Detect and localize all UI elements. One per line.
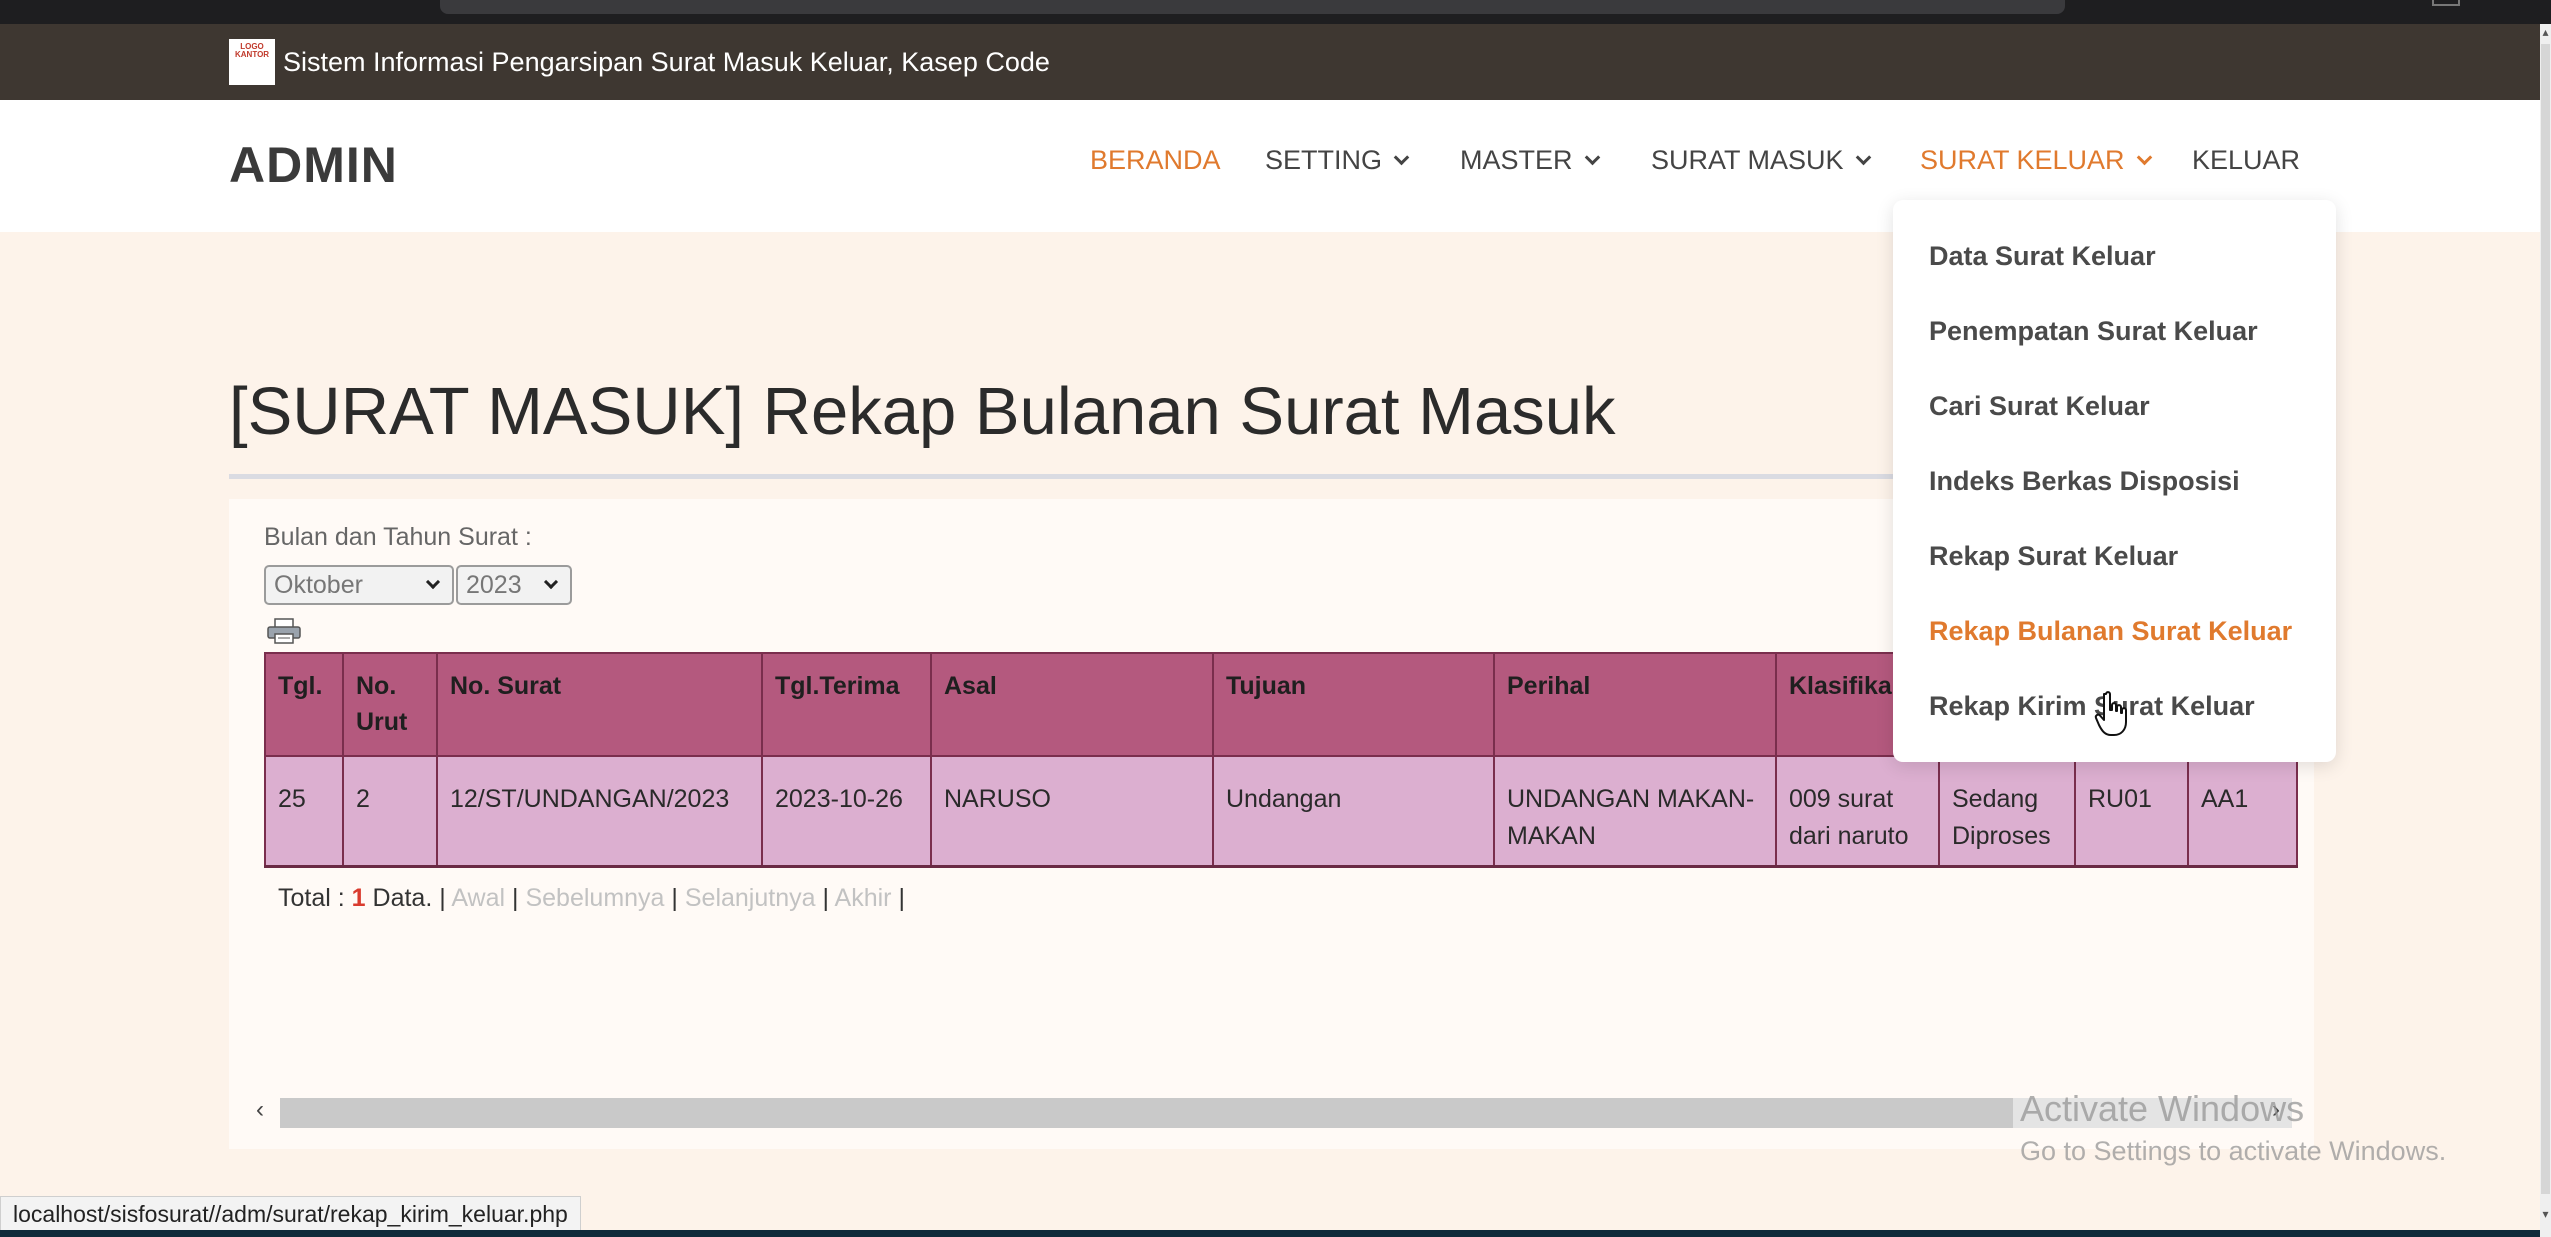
- table-row: 25 2 12/ST/UNDANGAN/2023 2023-10-26 NARU…: [264, 755, 2298, 868]
- menu-item-data-surat-keluar[interactable]: Data Surat Keluar: [1929, 241, 2156, 272]
- table-cell: Undangan: [1212, 755, 1495, 868]
- table-cell: Sedang Diproses: [1938, 755, 2076, 868]
- site-title: Sistem Informasi Pengarsipan Surat Masuk…: [283, 47, 1050, 77]
- site-topbar: LOGO KANTOR Sistem Informasi Pengarsipan…: [0, 24, 2540, 100]
- pagination-first[interactable]: Awal: [451, 884, 505, 912]
- table-header-cell: Tgl.Terima: [761, 652, 932, 757]
- table-cell: UNDANGAN MAKAN-MAKAN: [1493, 755, 1777, 868]
- total-count: 1: [351, 884, 366, 912]
- chevron-down-icon: [543, 574, 559, 590]
- pagination-prev[interactable]: Sebelumnya: [525, 884, 664, 912]
- table-header-cell: No. Urut: [342, 652, 438, 757]
- scroll-left-arrow-icon[interactable]: ‹: [256, 1098, 268, 1122]
- table-cell: 2: [342, 755, 438, 868]
- menu-item-indeks-berkas-disposisi[interactable]: Indeks Berkas Disposisi: [1929, 466, 2240, 497]
- nav-surat-keluar-label: SURAT KELUAR: [1920, 145, 2125, 175]
- brand-admin[interactable]: ADMIN: [229, 136, 398, 194]
- nav-beranda-label: BERANDA: [1090, 145, 1221, 175]
- table-cell: 2023-10-26: [761, 755, 932, 868]
- table-cell: 12/ST/UNDANGAN/2023: [436, 755, 763, 868]
- total-suffix: Data.: [372, 884, 433, 912]
- scroll-up-arrow-icon[interactable]: ▴: [2540, 26, 2551, 38]
- nav-setting[interactable]: SETTING: [1265, 145, 1410, 176]
- table-header-cell: Perihal: [1493, 652, 1777, 757]
- table-scroll-thumb[interactable]: [280, 1098, 2013, 1128]
- surat-keluar-dropdown: Data Surat Keluar Penempatan Surat Kelua…: [1893, 200, 2336, 762]
- year-select-value: 2023: [466, 570, 522, 599]
- browser-chrome: [0, 0, 2551, 24]
- table-header-cell: No. Surat: [436, 652, 763, 757]
- activate-windows-hint: Go to Settings to activate Windows.: [2020, 1136, 2447, 1166]
- taskbar-strip: [0, 1230, 2540, 1237]
- activate-windows-heading: Activate Windows: [2020, 1088, 2305, 1129]
- menu-item-rekap-kirim-surat-keluar[interactable]: Rekap Kirim Surat Keluar: [1929, 691, 2255, 722]
- nav-beranda[interactable]: BERANDA: [1090, 145, 1221, 176]
- table-cell: 25: [264, 755, 344, 868]
- page-scroll-thumb[interactable]: [2541, 44, 2550, 1194]
- nav-master[interactable]: MASTER: [1460, 145, 1600, 176]
- menu-item-cari-surat-keluar[interactable]: Cari Surat Keluar: [1929, 391, 2150, 422]
- browser-url-bar[interactable]: [440, 0, 2065, 14]
- menu-item-penempatan-surat-keluar[interactable]: Penempatan Surat Keluar: [1929, 316, 2258, 347]
- nav-surat-keluar[interactable]: SURAT KELUAR: [1920, 145, 2152, 176]
- chevron-down-icon: [2136, 149, 2152, 166]
- table-cell: NARUSO: [930, 755, 1214, 868]
- scroll-down-arrow-icon[interactable]: ▾: [2540, 1208, 2551, 1220]
- pagination-separator: |: [439, 884, 446, 912]
- nav-setting-label: SETTING: [1265, 145, 1383, 175]
- pagination-separator: |: [822, 884, 829, 912]
- printer-icon[interactable]: [266, 618, 304, 644]
- table-header-cell: Tujuan: [1212, 652, 1495, 757]
- table-cell: AA1: [2187, 755, 2298, 868]
- logo-text: LOGO KANTOR: [235, 42, 270, 59]
- nav-keluar-label: KELUAR: [2192, 145, 2301, 175]
- total-prefix: Total :: [278, 884, 345, 912]
- nav-surat-masuk-label: SURAT MASUK: [1651, 145, 1844, 175]
- office-logo: LOGO KANTOR: [229, 39, 275, 85]
- chevron-down-icon: [425, 574, 441, 590]
- status-bar-url: localhost/sisfosurat//adm/surat/rekap_ki…: [0, 1196, 581, 1232]
- filter-label: Bulan dan Tahun Surat :: [264, 523, 532, 551]
- pagination-bar: Total : 1 Data. | Awal | Sebelumnya | Se…: [278, 884, 905, 913]
- pagination-last[interactable]: Akhir: [835, 884, 892, 912]
- pagination-separator: |: [512, 884, 519, 912]
- year-select[interactable]: 2023: [456, 565, 572, 605]
- month-select[interactable]: Oktober: [264, 565, 454, 605]
- nav-surat-masuk[interactable]: SURAT MASUK: [1651, 145, 1871, 176]
- window-icon[interactable]: [2432, 0, 2460, 6]
- chevron-down-icon: [1855, 149, 1871, 166]
- menu-item-rekap-surat-keluar[interactable]: Rekap Surat Keluar: [1929, 541, 2178, 572]
- pagination-next[interactable]: Selanjutnya: [685, 884, 816, 912]
- month-select-value: Oktober: [274, 570, 363, 599]
- table-header-cell: Tgl.: [264, 652, 344, 757]
- page-title: [SURAT MASUK] Rekap Bulanan Surat Masuk: [229, 374, 1616, 449]
- chevron-down-icon: [1393, 149, 1410, 166]
- table-cell: 009 surat dari naruto: [1775, 755, 1940, 868]
- chevron-down-icon: [1584, 149, 1600, 166]
- menu-item-rekap-bulanan-surat-keluar[interactable]: Rekap Bulanan Surat Keluar: [1929, 616, 2292, 647]
- pagination-separator: |: [898, 884, 905, 912]
- table-header-cell: Asal: [930, 652, 1214, 757]
- nav-keluar[interactable]: KELUAR: [2192, 145, 2300, 176]
- table-cell: RU01: [2074, 755, 2189, 868]
- hand-cursor-icon: [2094, 691, 2127, 736]
- pagination-separator: |: [671, 884, 678, 912]
- nav-master-label: MASTER: [1460, 145, 1573, 175]
